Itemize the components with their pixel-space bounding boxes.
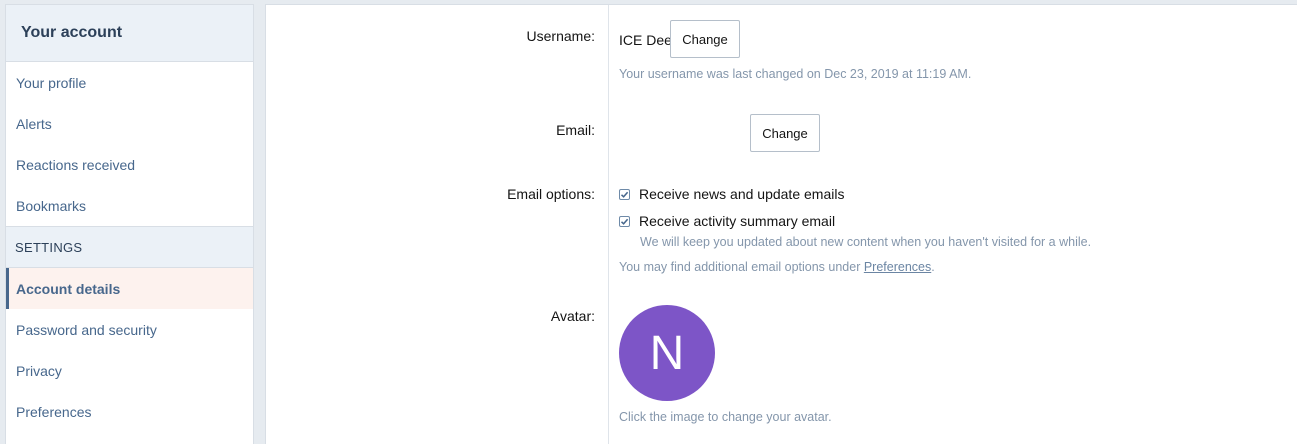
avatar-label: Avatar: [550,308,595,324]
activity-summary-option[interactable]: Receive activity summary email [619,213,835,229]
change-username-button[interactable]: Change [670,20,740,58]
username-value: ICE Dee [619,32,672,48]
more-options-text: You may find additional email options un… [619,260,864,274]
sidebar-item-privacy[interactable]: Privacy [6,350,253,391]
activity-summary-hint: We will keep you updated about new conte… [640,235,1092,249]
activity-summary-label: Receive activity summary email [639,213,836,229]
sidebar-item-your-profile[interactable]: Your profile [6,62,253,103]
email-options-more-hint: You may find additional email options un… [619,260,935,274]
preferences-link[interactable]: Preferences [864,260,931,274]
change-email-button[interactable]: Change [750,114,820,152]
avatar-image[interactable]: N [619,305,715,401]
username-label: Username: [526,28,595,44]
sidebar-item-bookmarks[interactable]: Bookmarks [6,185,253,226]
news-emails-checkbox[interactable] [619,188,630,200]
sidebar-title: Your account [6,5,253,62]
sidebar-item-alerts[interactable]: Alerts [6,103,253,144]
sidebar-item-reactions-received[interactable]: Reactions received [6,144,253,185]
account-details-panel: Username: ICE Dee Change Your username w… [265,4,1297,444]
account-sidebar: Your account Your profile Alerts Reactio… [5,4,254,444]
settings-section-header: SETTINGS [6,226,253,268]
form-divider [608,5,609,444]
news-emails-label: Receive news and update emails [639,186,845,202]
sidebar-item-password-security[interactable]: Password and security [6,309,253,350]
username-change-hint: Your username was last changed on Dec 23… [619,67,972,81]
avatar-hint: Click the image to change your avatar. [619,410,832,424]
email-options-label: Email options: [507,186,595,202]
checkmark-icon [620,218,629,225]
sidebar-item-preferences[interactable]: Preferences [6,391,253,432]
email-label: Email: [556,122,595,138]
checkmark-icon [620,191,629,198]
activity-summary-checkbox[interactable] [619,215,630,227]
sidebar-item-account-details[interactable]: Account details [6,268,253,309]
news-emails-option[interactable]: Receive news and update emails [619,186,844,202]
more-options-suffix: . [931,260,935,274]
